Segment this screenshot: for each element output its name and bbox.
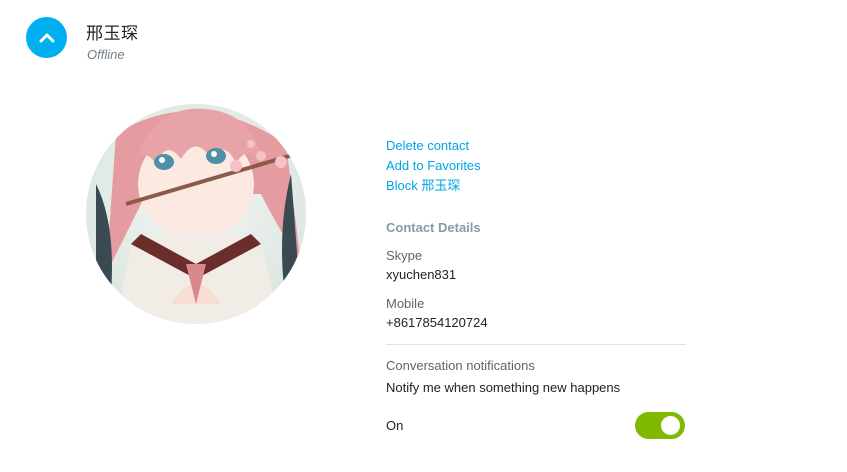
block-contact-link[interactable]: Block 邢玉琛 <box>386 176 686 196</box>
toggle-knob[interactable] <box>661 416 680 435</box>
divider <box>386 344 686 345</box>
anime-girl-avatar-icon <box>86 104 306 324</box>
contact-status: Offline <box>87 47 125 62</box>
collapse-button[interactable] <box>26 17 67 58</box>
notifications-toggle-row: On <box>386 412 686 440</box>
toggle-state-label: On <box>386 418 404 433</box>
mobile-value: +8617854120724 <box>386 315 488 330</box>
contact-name: 邢玉琛 <box>86 24 139 43</box>
skype-value: xyuchen831 <box>386 267 457 282</box>
contact-details-panel: Delete contact Add to Favorites Block 邢玉… <box>386 136 686 440</box>
contact-profile-page: 邢玉琛 Offline Delete contact Add to Favori… <box>0 0 847 472</box>
contact-details-heading: Contact Details <box>386 220 481 235</box>
notifications-description: Notify me when something new happens <box>386 380 621 395</box>
conversation-notifications-label: Conversation notifications <box>386 358 535 373</box>
add-to-favorites-link[interactable]: Add to Favorites <box>386 156 686 176</box>
delete-contact-link[interactable]: Delete contact <box>386 136 686 156</box>
notifications-toggle[interactable] <box>635 412 685 439</box>
chevron-up-icon <box>39 33 54 42</box>
avatar <box>86 104 306 324</box>
skype-label: Skype <box>386 248 423 263</box>
mobile-label: Mobile <box>386 296 425 311</box>
